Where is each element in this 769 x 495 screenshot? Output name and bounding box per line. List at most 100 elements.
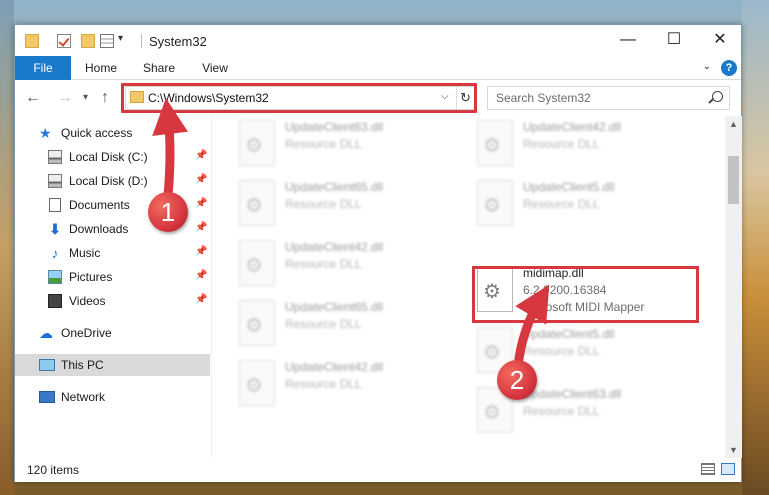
sidebar-item-label: Music: [69, 246, 101, 260]
sidebar-item-label: Local Disk (C:): [69, 150, 148, 164]
sidebar-item-quick-access[interactable]: ★ Quick access: [15, 122, 210, 144]
pin-icon[interactable]: 📌: [195, 150, 207, 161]
window-folder-icon: [25, 34, 39, 48]
pin-icon[interactable]: 📌: [195, 198, 207, 209]
sidebar-item-local-disk-c[interactable]: Local Disk (C:) 📌: [15, 146, 210, 168]
list-item[interactable]: UpdateClient5.dll Resource DLL: [450, 323, 680, 379]
back-arrow-icon[interactable]: ←: [25, 89, 41, 107]
minimize-button[interactable]: —: [605, 25, 651, 56]
ribbon-tabs: File Home Share View ⌄ ?: [15, 56, 741, 80]
dll-file-icon: [239, 360, 275, 406]
drive-icon: [48, 174, 62, 188]
sidebar-item-label: Local Disk (D:): [69, 174, 148, 188]
file-list: UpdateClient63.dll Resource DLL UpdateCl…: [212, 116, 725, 458]
details-view-icon[interactable]: [701, 463, 715, 475]
search-placeholder: Search System32: [496, 91, 591, 105]
new-folder-icon[interactable]: [81, 34, 95, 48]
file-name: UpdateClient65.dll: [285, 300, 384, 314]
dll-file-icon: [477, 180, 513, 226]
item-count: 120 items: [27, 463, 80, 477]
computer-monitor-icon: [39, 359, 55, 371]
pin-icon[interactable]: 📌: [195, 294, 207, 305]
file-name: UpdateClient42.dll: [285, 360, 384, 374]
sidebar-item-local-disk-d[interactable]: Local Disk (D:) 📌: [15, 170, 210, 192]
dll-file-icon: [239, 300, 275, 346]
dll-file-icon: [239, 120, 275, 166]
star-icon: ★: [39, 125, 52, 141]
help-button[interactable]: ?: [721, 60, 737, 76]
recent-locations-chevron-icon[interactable]: ▾: [83, 92, 88, 103]
desktop-background-left: [0, 0, 14, 495]
tab-share[interactable]: Share: [135, 56, 183, 80]
cloud-icon: ☁: [39, 325, 53, 341]
list-item[interactable]: UpdateClient65.dll Resource DLL: [212, 176, 442, 232]
document-icon: [49, 198, 61, 212]
pin-icon[interactable]: 📌: [195, 270, 207, 281]
tab-home[interactable]: Home: [77, 56, 125, 80]
sidebar-item-onedrive[interactable]: ☁ OneDrive: [15, 322, 210, 344]
sidebar-item-pictures[interactable]: Pictures 📌: [15, 266, 210, 288]
quick-access-toolbar-icon[interactable]: [100, 34, 114, 48]
sidebar-item-label: Videos: [69, 294, 106, 308]
window-title: System32: [149, 34, 207, 49]
network-icon: [39, 391, 55, 403]
title-bar: ▾ System32 — ☐ ✕: [15, 25, 741, 56]
dll-file-icon: [239, 180, 275, 226]
file-name: UpdateClient42.dll: [523, 120, 622, 134]
address-row: ← → ▾ ↑ C:\Windows\System32 ⌵ ↻ Search S…: [15, 80, 741, 116]
status-bar: 120 items: [15, 458, 741, 482]
sidebar-item-network[interactable]: Network: [15, 386, 210, 408]
list-item[interactable]: UpdateClient42.dll Resource DLL: [212, 356, 442, 412]
pin-icon[interactable]: 📌: [195, 174, 207, 185]
list-item[interactable]: UpdateClient42.dll Resource DLL: [212, 236, 442, 292]
video-film-icon: [48, 294, 62, 308]
forward-arrow-icon[interactable]: →: [57, 89, 73, 107]
sidebar-item-this-pc[interactable]: This PC: [15, 354, 210, 376]
sidebar-item-label: This PC: [61, 358, 104, 372]
download-arrow-icon: ⬇: [49, 221, 61, 237]
sidebar-item-videos[interactable]: Videos 📌: [15, 290, 210, 312]
customize-toolbar-chevron-icon[interactable]: ▾: [118, 33, 123, 44]
dll-file-icon: [477, 120, 513, 166]
up-arrow-icon[interactable]: ↑: [101, 89, 109, 107]
scroll-up-arrow-icon[interactable]: ▲: [725, 116, 742, 132]
file-name: UpdateClient5.dll: [523, 180, 615, 194]
sidebar-item-label: OneDrive: [61, 326, 112, 340]
tab-file[interactable]: File: [15, 56, 71, 80]
file-type: Resource DLL: [523, 404, 600, 418]
list-item[interactable]: UpdateClient42.dll Resource DLL: [450, 116, 680, 172]
file-name: UpdateClient63.dll: [285, 120, 384, 134]
list-item[interactable]: UpdateClient63.dll Resource DLL: [450, 383, 680, 439]
scroll-down-arrow-icon[interactable]: ▼: [725, 442, 742, 458]
pin-icon[interactable]: 📌: [195, 246, 207, 257]
pin-icon[interactable]: 📌: [195, 222, 207, 233]
search-input[interactable]: Search System32: [487, 86, 730, 110]
vertical-scrollbar[interactable]: ▲ ▼: [725, 116, 742, 458]
step-marker-2: 2: [497, 360, 537, 400]
close-button[interactable]: ✕: [697, 25, 743, 56]
large-icons-view-icon[interactable]: [721, 463, 735, 475]
file-type: Resource DLL: [523, 197, 600, 211]
list-item[interactable]: UpdateClient5.dll Resource DLL: [450, 176, 680, 232]
file-name: UpdateClient42.dll: [285, 240, 384, 254]
list-item[interactable]: UpdateClient63.dll Resource DLL: [212, 116, 442, 172]
drive-icon: [48, 150, 62, 164]
search-icon[interactable]: [712, 91, 723, 102]
maximize-button[interactable]: ☐: [651, 25, 697, 56]
file-name: UpdateClient65.dll: [285, 180, 384, 194]
file-type: Resource DLL: [285, 257, 362, 271]
desktop-background-right: [742, 0, 769, 495]
sidebar-item-label: Quick access: [61, 126, 133, 140]
file-highlight-annotation: [472, 266, 699, 323]
file-type: Resource DLL: [285, 377, 362, 391]
tab-view[interactable]: View: [191, 56, 239, 80]
scrollbar-thumb[interactable]: [728, 156, 739, 204]
title-separator: [141, 34, 142, 48]
pictures-icon: [48, 270, 62, 284]
sidebar-item-label: Network: [61, 390, 106, 404]
expand-ribbon-chevron-icon[interactable]: ⌄: [703, 61, 711, 72]
properties-check-icon[interactable]: [57, 34, 71, 48]
list-item[interactable]: UpdateClient65.dll Resource DLL: [212, 296, 442, 352]
file-type: Resource DLL: [285, 317, 362, 331]
sidebar-item-music[interactable]: ♪ Music 📌: [15, 242, 210, 264]
